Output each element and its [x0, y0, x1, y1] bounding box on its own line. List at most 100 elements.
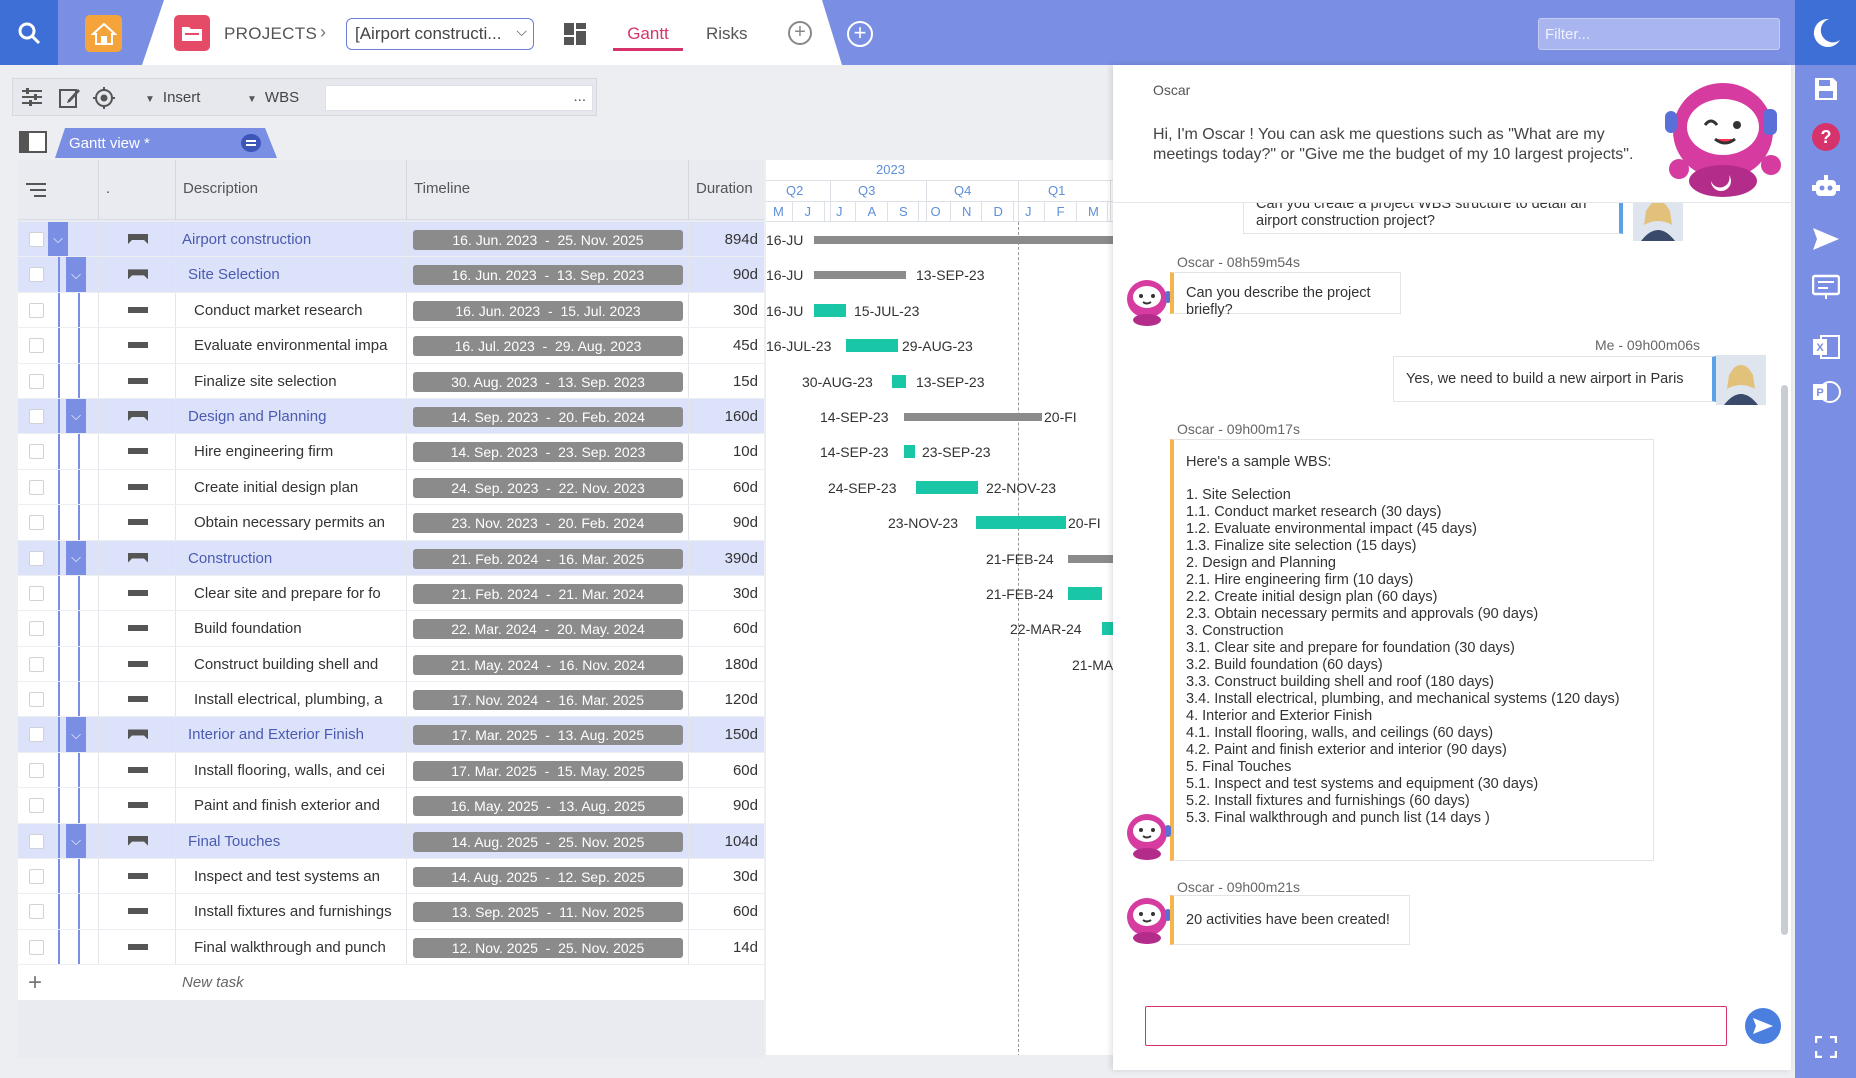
task-description[interactable]: Install flooring, walls, and cei — [194, 762, 394, 779]
gantt-task-bar[interactable] — [976, 516, 1066, 530]
task-timeline[interactable]: 14. Sep. 2023 - 23. Sep. 2023 — [413, 442, 683, 463]
table-row[interactable]: Construct building shell and 21. May. 202… — [18, 646, 764, 683]
task-description[interactable]: Site Selection — [188, 266, 388, 283]
powerpoint-export-button[interactable]: P — [1809, 375, 1843, 409]
gantt-task-bar[interactable] — [846, 339, 898, 353]
task-description[interactable]: Evaluate environmental impa — [194, 337, 394, 354]
row-checkbox[interactable] — [29, 408, 44, 424]
task-timeline[interactable]: 16. Jun. 2023 - 13. Sep. 2023 — [413, 265, 683, 286]
task-duration[interactable]: 30d — [706, 585, 758, 602]
task-timeline[interactable]: 17. Mar. 2025 - 13. Aug. 2025 — [413, 725, 683, 746]
table-row[interactable]: Finalize site selection 30. Aug. 2023 - 1… — [18, 363, 764, 399]
task-description[interactable]: Paint and finish exterior and — [194, 797, 394, 814]
task-description[interactable]: Create initial design plan — [194, 479, 394, 496]
task-duration[interactable]: 390d — [706, 550, 758, 567]
help-button[interactable]: ? — [1809, 120, 1843, 154]
task-duration[interactable]: 894d — [706, 231, 758, 248]
table-row[interactable]: Final walkthrough and punch 12. Nov. 2025… — [18, 929, 764, 966]
task-timeline[interactable]: 14. Sep. 2023 - 20. Feb. 2024 — [413, 406, 683, 427]
task-description[interactable]: Finalize site selection — [194, 373, 394, 390]
row-checkbox[interactable] — [29, 904, 44, 920]
add-view-icon[interactable]: + — [788, 21, 812, 45]
task-timeline[interactable]: 16. Jun. 2023 - 15. Jul. 2023 — [413, 300, 683, 321]
collapse-toggle-icon[interactable]: ⌵ — [66, 540, 86, 575]
task-timeline[interactable]: 21. Feb. 2024 - 16. Mar. 2025 — [413, 548, 683, 569]
tab-gantt[interactable]: Gantt — [613, 24, 683, 44]
row-menu-icon[interactable] — [26, 182, 46, 198]
tab-risks[interactable]: Risks — [706, 24, 748, 44]
bot-button[interactable] — [1809, 170, 1843, 204]
task-description[interactable]: Final walkthrough and punch — [194, 939, 394, 956]
table-row[interactable]: Create initial design plan 24. Sep. 2023 … — [18, 469, 764, 506]
column-header-timeline[interactable]: Timeline — [414, 180, 470, 197]
gantt-task-bar[interactable] — [1068, 587, 1102, 600]
table-row[interactable]: Install fixtures and furnishings 13. Sep.… — [18, 894, 764, 930]
project-select[interactable]: [Airport constructi... ⌵ — [346, 18, 534, 50]
chat-scrollbar[interactable] — [1781, 385, 1788, 935]
chat-input[interactable] — [1145, 1006, 1727, 1046]
task-timeline[interactable]: 21. Feb. 2024 - 21. Mar. 2024 — [413, 583, 683, 604]
table-row[interactable]: Obtain necessary permits an 23. Nov. 2023… — [18, 505, 764, 541]
task-duration[interactable]: 180d — [706, 656, 758, 673]
row-checkbox[interactable] — [29, 515, 44, 531]
row-checkbox[interactable] — [29, 621, 44, 637]
task-timeline[interactable]: 21. May. 2024 - 16. Nov. 2024 — [413, 654, 683, 675]
row-checkbox[interactable] — [29, 833, 44, 849]
column-header-duration[interactable]: Duration — [696, 180, 753, 197]
collapse-toggle-icon[interactable]: ⌵ — [66, 398, 86, 434]
row-checkbox[interactable] — [29, 798, 44, 814]
projects-folder-button[interactable] — [174, 15, 210, 51]
save-button[interactable] — [1809, 72, 1843, 106]
task-duration[interactable]: 60d — [706, 762, 758, 779]
task-timeline[interactable]: 17. Mar. 2025 - 15. May. 2025 — [413, 760, 683, 781]
task-description[interactable]: Install electrical, plumbing, a — [194, 691, 394, 708]
gantt-summary-bar[interactable] — [814, 271, 906, 280]
gantt-summary-bar[interactable] — [904, 413, 1042, 421]
row-checkbox[interactable] — [29, 373, 44, 389]
send-panel-button[interactable] — [1809, 222, 1843, 256]
task-duration[interactable]: 90d — [706, 797, 758, 814]
row-checkbox[interactable] — [29, 939, 44, 955]
table-row[interactable]: ⌵ Construction 21. Feb. 2024 - 16. Mar. 20… — [18, 540, 764, 576]
row-checkbox[interactable] — [29, 338, 44, 354]
task-description[interactable]: Install fixtures and furnishings — [194, 903, 394, 920]
task-duration[interactable]: 150d — [706, 726, 758, 743]
settings-sliders-icon[interactable] — [21, 87, 43, 107]
collapse-toggle-icon[interactable]: ⌵ — [66, 823, 86, 859]
row-checkbox[interactable] — [29, 444, 44, 460]
row-checkbox[interactable] — [29, 727, 44, 743]
table-row[interactable]: Inspect and test systems an 14. Aug. 2025… — [18, 859, 764, 895]
table-row[interactable]: ⌵ Airport construction 16. Jun. 2023 - 25.… — [18, 222, 764, 258]
task-description[interactable]: Design and Planning — [188, 408, 388, 425]
task-duration[interactable]: 60d — [706, 903, 758, 920]
task-duration[interactable]: 30d — [706, 302, 758, 319]
row-checkbox[interactable] — [29, 550, 44, 566]
task-duration[interactable]: 10d — [706, 443, 758, 460]
task-description[interactable]: Construct building shell and — [194, 656, 394, 673]
row-checkbox[interactable] — [29, 585, 44, 601]
send-button[interactable] — [1745, 1008, 1781, 1044]
task-description[interactable]: Hire engineering firm — [194, 443, 394, 460]
task-duration[interactable]: 15d — [706, 373, 758, 390]
task-duration[interactable]: 60d — [706, 620, 758, 637]
excel-export-button[interactable]: X — [1809, 330, 1843, 364]
task-description[interactable]: Inspect and test systems an — [194, 868, 394, 885]
view-menu-icon[interactable] — [241, 134, 261, 152]
task-timeline[interactable]: 16. Jun. 2023 - 25. Nov. 2025 — [413, 230, 683, 250]
moon-button[interactable] — [1795, 0, 1856, 65]
gantt-task-bar[interactable] — [916, 480, 978, 494]
task-duration[interactable]: 160d — [706, 408, 758, 425]
table-row[interactable]: ⌵ Final Touches 14. Aug. 2025 - 25. Nov. 2… — [18, 823, 764, 860]
row-checkbox[interactable] — [29, 656, 44, 672]
table-row[interactable]: Conduct market research 16. Jun. 2023 - 1… — [18, 292, 764, 329]
new-task-label[interactable]: New task — [182, 974, 244, 991]
breadcrumb-projects[interactable]: PROJECTS — [224, 24, 317, 44]
fullscreen-button[interactable] — [1809, 1030, 1843, 1064]
task-duration[interactable]: 30d — [706, 868, 758, 885]
gantt-task-bar[interactable] — [814, 303, 846, 317]
task-duration[interactable]: 14d — [706, 939, 758, 956]
toolbar-search-field[interactable]: ... — [325, 85, 593, 111]
task-duration[interactable]: 60d — [706, 479, 758, 496]
row-checkbox[interactable] — [29, 232, 44, 247]
row-checkbox[interactable] — [29, 762, 44, 778]
